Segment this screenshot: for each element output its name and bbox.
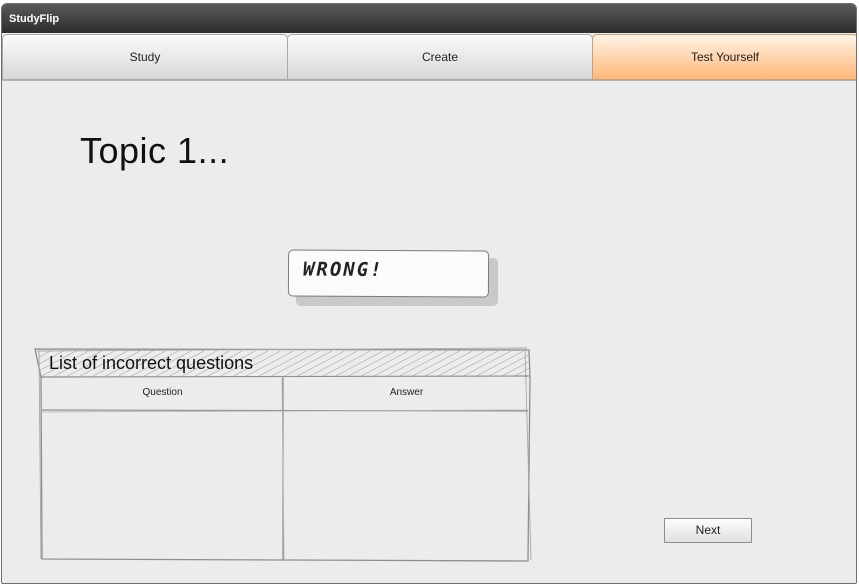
app-title: StudyFlip — [2, 4, 856, 33]
tab-bar: Study Create Test Yourself — [2, 34, 856, 81]
tab-create[interactable]: Create — [287, 34, 593, 80]
incorrect-questions-table: List of incorrect questions Question Ans… — [32, 347, 535, 563]
tab-divider — [2, 80, 856, 81]
topic-title: Topic 1... — [80, 130, 230, 171]
feedback-text: WRONG! — [302, 258, 384, 281]
feedback-box: WRONG! — [287, 249, 490, 298]
column-header-answer: Answer — [389, 387, 424, 398]
tab-test-yourself[interactable]: Test Yourself — [592, 34, 856, 80]
table-sketch-frame — [34, 347, 532, 562]
table-title: List of incorrect questions — [49, 353, 254, 373]
column-header-question: Question — [142, 387, 183, 398]
tab-study[interactable]: Study — [2, 34, 288, 80]
next-button[interactable]: Next — [664, 518, 752, 543]
